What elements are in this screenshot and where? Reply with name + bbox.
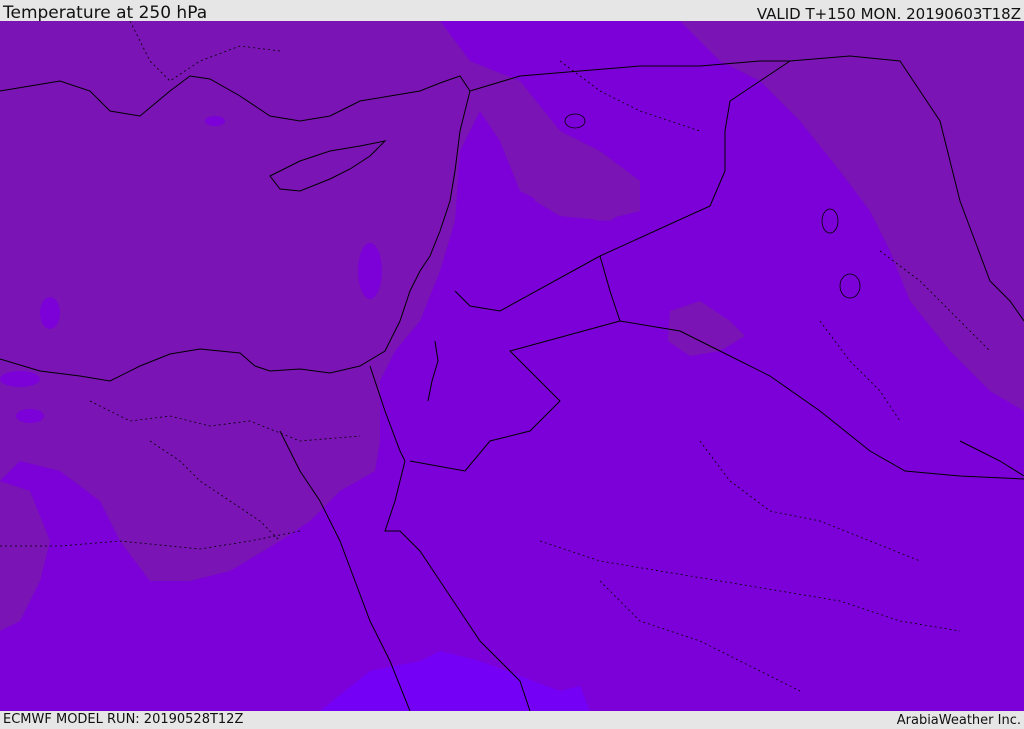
temperature-island — [205, 116, 225, 126]
credit-label: ArabiaWeather Inc. — [896, 713, 1021, 728]
temperature-island — [40, 297, 60, 329]
model-run-label: ECMWF MODEL RUN: 20190528T12Z — [3, 712, 244, 727]
weather-map[interactable] — [0, 21, 1024, 711]
header-bar: Temperature at 250 hPa VALID T+150 MON. … — [0, 0, 1024, 23]
temperature-island — [16, 409, 44, 423]
temperature-island — [0, 371, 40, 387]
map-title: Temperature at 250 hPa — [3, 3, 208, 23]
map-canvas — [0, 21, 1024, 711]
footer-bar: ECMWF MODEL RUN: 20190528T12Z ArabiaWeat… — [0, 711, 1024, 729]
temperature-island — [358, 243, 382, 299]
